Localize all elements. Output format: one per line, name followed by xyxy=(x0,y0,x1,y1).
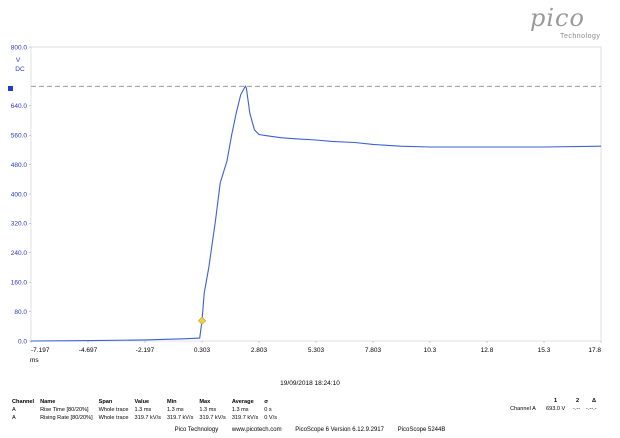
y-coupling-label: DC xyxy=(15,66,25,73)
credit-company: Pico Technology xyxy=(174,427,219,433)
cell: A xyxy=(12,415,16,421)
x-tick-label: 10.3 xyxy=(424,347,437,354)
ruler-channel-label: Channel A xyxy=(510,406,536,412)
y-tick-label: 80.0 xyxy=(14,309,27,316)
scope-chart: 0.0 80.0 160.0 240.0 320.0 400.0 480.0 560.0 640… xyxy=(8,44,602,364)
cell: 0 s xyxy=(264,407,272,413)
channel-a-trace xyxy=(30,85,602,342)
col-min: Min xyxy=(166,399,177,405)
table-row[interactable]: A Rising Rate [80/20%] Whole trace 319.7… xyxy=(12,414,283,422)
ruler-col-2: 2 xyxy=(576,398,580,404)
cell: Whole trace xyxy=(98,407,129,413)
channel-a-marker[interactable] xyxy=(8,86,13,91)
credits-bar: Pico Technology www.picotech.com PicoSco… xyxy=(0,427,620,433)
y-tick-label: 0.0 xyxy=(18,338,27,345)
table-row[interactable]: A Rise Time [80/20%] Whole trace 1.3 ms … xyxy=(12,406,283,414)
cell: Rise Time [80/20%] xyxy=(40,407,89,413)
ruler-value-2: -.-- xyxy=(573,406,581,412)
x-tick-label: 5.303 xyxy=(308,347,325,354)
y-tick-label: 400.0 xyxy=(11,191,28,198)
plot-area xyxy=(30,46,602,342)
x-tick-label: 0.303 xyxy=(194,347,211,354)
cell: Whole trace xyxy=(98,415,129,421)
ruler-col-1: 1 xyxy=(554,398,558,404)
cell: 1.3 ms xyxy=(134,407,152,413)
y-tick-label: 480.0 xyxy=(11,162,28,169)
x-tick-label: -2.197 xyxy=(136,347,155,354)
y-tick-label: 560.0 xyxy=(11,133,28,140)
cell: 319.7 kV/s xyxy=(166,415,194,421)
ruler-value-1: 693.0 V xyxy=(546,406,566,412)
measurements-header: Channel Name Span Value Min Max Average … xyxy=(12,398,283,406)
y-tick-label: 160.0 xyxy=(11,280,28,287)
cell: A xyxy=(12,407,16,413)
col-average: Average xyxy=(231,399,254,405)
credit-version: PicoScope 6 Version 6.12.9.2917 xyxy=(295,427,384,433)
y-tick-label: 320.0 xyxy=(11,221,28,228)
x-unit-label: ms xyxy=(30,357,39,364)
picoscope-export: pico Technology 0.0 80.0 160.0 240.0 320.0 40… xyxy=(0,0,620,438)
cell: 319.7 kV/s xyxy=(231,415,259,421)
col-span: Span xyxy=(98,399,113,405)
col-name: Name xyxy=(40,399,56,405)
measurements-table: Channel Name Span Value Min Max Average … xyxy=(12,398,283,422)
x-tick-label: 12.8 xyxy=(481,347,494,354)
x-tick-label: 15.3 xyxy=(538,347,551,354)
col-value: Value xyxy=(134,399,150,405)
ruler-col-delta: Δ xyxy=(592,398,597,404)
x-tick-label: -7.197 xyxy=(31,347,50,354)
x-axis: -7.197 -4.697 -2.197 0.303 2.803 5.303 7.803 10… xyxy=(30,341,601,354)
trigger-marker[interactable] xyxy=(197,316,207,325)
x-tick-label: 17.8 xyxy=(588,347,601,354)
y-axis: 0.0 80.0 160.0 240.0 320.0 400.0 480.0 560.0 640… xyxy=(11,44,31,345)
cell: Rising Rate [80/20%] xyxy=(40,415,93,421)
x-tick-label: -4.697 xyxy=(79,347,98,354)
y-unit-label: V xyxy=(16,57,21,64)
cell: 1.3 ms xyxy=(166,407,184,413)
x-tick-label: 2.803 xyxy=(251,347,268,354)
footer: 19/09/2018 18:24:10 Channel Name Span Va… xyxy=(0,378,620,438)
capture-timestamp: 19/09/2018 18:24:10 xyxy=(280,380,340,387)
cell: 1.3 ms xyxy=(231,407,249,413)
cell: 0 V/s xyxy=(264,415,277,421)
credit-device: PicoScope 5244B xyxy=(397,427,446,433)
credit-website[interactable]: www.picotech.com xyxy=(232,427,282,433)
col-channel: Channel xyxy=(12,399,35,405)
y-tick-label: 640.0 xyxy=(11,103,28,110)
cell: 1.3 ms xyxy=(199,407,217,413)
x-tick-label: 7.803 xyxy=(365,347,382,354)
y-tick-label: 240.0 xyxy=(11,250,28,257)
col-max: Max xyxy=(199,399,211,405)
col-sigma: σ xyxy=(264,399,269,405)
cell: 319.7 kV/s xyxy=(199,415,226,421)
ruler-value-delta: -.--.- xyxy=(586,406,597,412)
cell: 319.7 kV/s xyxy=(134,415,161,421)
y-tick-label: 800.0 xyxy=(11,44,28,51)
